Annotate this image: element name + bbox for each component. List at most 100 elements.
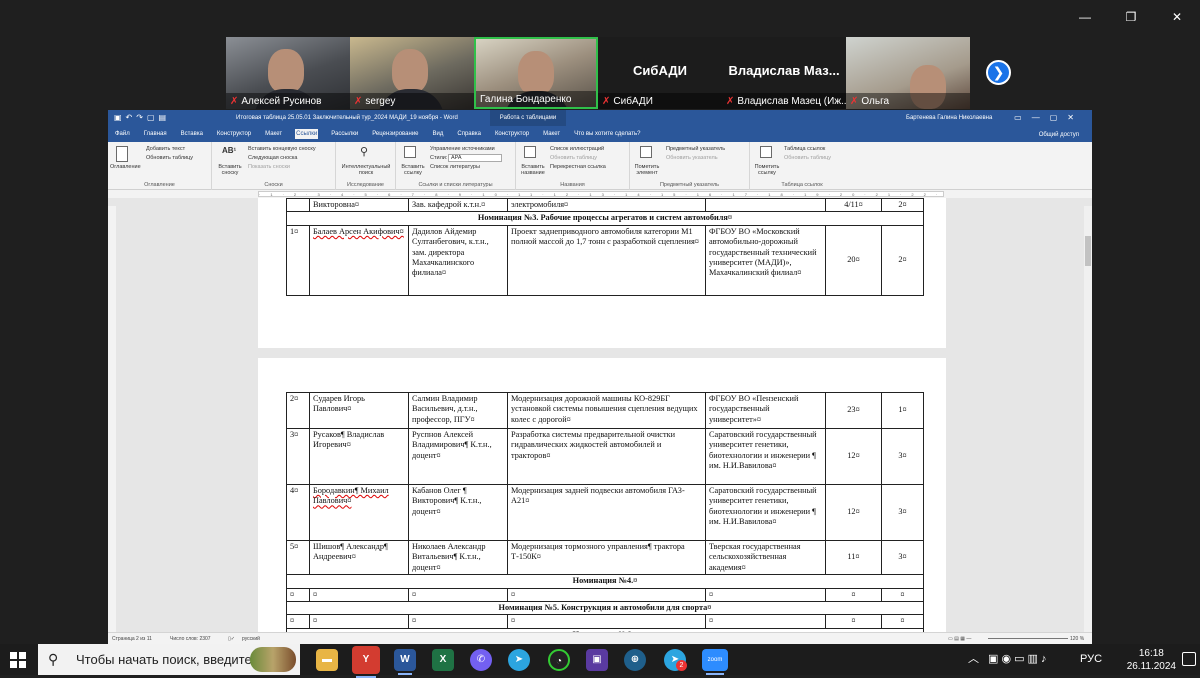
mark-entry-icon[interactable] [640, 146, 652, 160]
cell-score[interactable]: 11¤ [825, 539, 882, 576]
caption-icon[interactable] [524, 146, 536, 160]
cell-university[interactable] [705, 197, 826, 213]
notifications-icon[interactable] [1182, 652, 1196, 666]
cell-place[interactable]: 3¤ [881, 428, 924, 485]
cell-supervisor[interactable]: Дадилов Айдемир Султанбегович, к.т.н., з… [408, 224, 508, 296]
search-highlight-image[interactable] [250, 647, 296, 672]
cell-num[interactable] [286, 197, 310, 213]
next-footnote-button[interactable]: Следующая сноска [248, 155, 297, 161]
cell-empty[interactable]: ¤ [286, 587, 310, 603]
cell-supervisor[interactable]: Зав. кафедрой к.т.н.¤ [408, 197, 508, 213]
cell-university[interactable]: Саратовский государственный университет … [705, 428, 826, 485]
update-table-button[interactable]: Обновить таблицу [146, 155, 193, 161]
proofing-icon[interactable]: ▯✓ [228, 636, 235, 642]
page-count[interactable]: Страница 2 из 11 [112, 636, 152, 642]
viber-icon[interactable]: ✆ [470, 649, 492, 671]
file-explorer-icon[interactable]: ▬ [316, 649, 338, 671]
participant-tile[interactable]: Владислав Маз... ✗ Владислав Мазец (Иж... [722, 37, 846, 109]
cell-student[interactable]: Шишов¶ Александр¶ Андреевич¤ [309, 539, 409, 576]
cell-student[interactable]: Русаков¶ Владислав Игоревич¤ [309, 428, 409, 485]
footnote-icon[interactable]: AB¹ [222, 146, 236, 155]
cell-supervisor[interactable]: Руспнов Алексей Владимирович¶ К.т.н., до… [408, 428, 508, 485]
cell-score[interactable]: 23¤ [825, 392, 882, 429]
insert-citation-button[interactable]: Вставить ссылку [398, 164, 428, 176]
tab-references[interactable]: Ссылки [295, 129, 319, 139]
section-heading-5[interactable]: Номинация №5. Конструкция и автомобили д… [286, 601, 924, 616]
cell-empty[interactable]: ¤ [408, 614, 508, 629]
tab-table-layout[interactable]: Макет [542, 129, 561, 139]
word-count[interactable]: Число слов: 2307 [170, 636, 211, 642]
show-notes-button[interactable]: Показать сноски [248, 164, 290, 170]
mark-citation-button[interactable]: Пометить ссылку [752, 164, 782, 176]
tray-overflow-icon[interactable]: ︿ [968, 644, 979, 675]
cell-score[interactable]: 4/11¤ [825, 197, 882, 213]
view-buttons[interactable]: ▭ ▤ ▦ — [948, 636, 971, 642]
tab-design[interactable]: Конструктор [216, 129, 252, 139]
cell-place[interactable]: 2¤ [881, 197, 924, 213]
tab-insert[interactable]: Вставка [180, 129, 204, 139]
windows-start-icon[interactable] [10, 652, 26, 668]
next-participants-button[interactable]: ❯ [986, 60, 1011, 85]
excel-icon[interactable]: X [432, 649, 454, 671]
cell-topic[interactable]: Разработка системы предварительной очист… [507, 428, 706, 485]
zoom-slider[interactable] [988, 638, 1068, 639]
cell-supervisor[interactable]: Салмин Владимир Васильевич, д.т.н., проф… [408, 392, 508, 429]
cell-num[interactable]: 3¤ [286, 428, 310, 485]
zoom-app-icon[interactable]: zoom [702, 649, 728, 675]
cell-empty[interactable]: ¤ [881, 614, 924, 629]
save-app-icon[interactable]: ▣ [586, 649, 608, 671]
cell-university[interactable]: ФГБОУ ВО «Пензенский государственный уни… [705, 392, 826, 429]
smart-lookup-icon[interactable]: ⚲ [360, 145, 368, 158]
citation-icon[interactable] [404, 146, 416, 160]
network-app-icon[interactable]: ⊕ [624, 649, 646, 671]
cell-empty[interactable]: ¤ [705, 614, 826, 629]
update-toa-button[interactable]: Обновить таблицу [784, 155, 831, 161]
cell-empty[interactable]: ¤ [309, 614, 409, 629]
yandex-browser-icon[interactable]: Y [352, 646, 380, 678]
cell-num[interactable]: 5¤ [286, 539, 310, 576]
cell-num[interactable]: 1¤ [286, 224, 310, 296]
participant-tile[interactable]: ✗ Ольга [846, 37, 970, 109]
cell-topic[interactable]: электромобиля¤ [507, 197, 706, 213]
word-window-controls[interactable]: ▭—▢✕ [1014, 113, 1084, 122]
document-area[interactable]: Викторовна¤ Зав. кафедрой к.т.н.¤ электр… [108, 197, 1084, 643]
tray-apps-icons[interactable]: ▣ ◉ ▭ ▥ ♪ [988, 644, 1047, 675]
tab-review[interactable]: Рецензирование [371, 129, 419, 139]
participant-tile[interactable]: СибАДИ ✗ СибАДИ [598, 37, 722, 109]
update-figures-button[interactable]: Обновить таблицу [550, 155, 597, 161]
cell-topic[interactable]: Модернизация дорожной машины КО-829БГ ус… [507, 392, 706, 429]
telegram-icon[interactable]: ➤ [508, 649, 530, 671]
insert-footnote-button[interactable]: Вставить сноску [216, 164, 244, 176]
cell-student[interactable]: Бородавкин¶ Михаил Павлович¤ [309, 484, 409, 541]
tab-home[interactable]: Главная [143, 129, 168, 139]
update-index-button[interactable]: Обновить указатель [666, 155, 718, 161]
cell-student[interactable]: Балаев Арсен Акифович¤ [309, 224, 409, 296]
language-indicator[interactable]: русский [242, 636, 260, 642]
cell-student[interactable]: Викторовна¤ [309, 197, 409, 213]
section-heading-4[interactable]: Номинация №4.¤ [286, 574, 924, 589]
green-app-icon[interactable]: ◔ [548, 649, 570, 671]
tab-table-design[interactable]: Конструктор [494, 129, 530, 139]
cell-score[interactable]: 20¤ [825, 224, 882, 296]
cell-supervisor[interactable]: Кабанов Олег ¶ Викторович¶ К.т.н., доцен… [408, 484, 508, 541]
tab-layout[interactable]: Макет [264, 129, 283, 139]
input-language[interactable]: РУС [1080, 644, 1102, 675]
style-select[interactable]: APA [448, 154, 502, 162]
cell-university[interactable]: Тверская государственная сельскохозяйств… [705, 539, 826, 576]
taskbar-search[interactable]: ⚲ Чтобы начать поиск, введите [38, 644, 300, 675]
cell-empty[interactable]: ¤ [825, 587, 882, 603]
cell-empty[interactable]: ¤ [286, 614, 310, 629]
clock[interactable]: 16:18 26.11.2024 [1127, 647, 1176, 673]
cell-empty[interactable]: ¤ [507, 614, 706, 629]
cell-empty[interactable]: ¤ [507, 587, 706, 603]
quick-access-icons[interactable]: ▣↶↷▢▤ [114, 113, 170, 122]
user-name[interactable]: Бартенева Галина Николаевна [906, 115, 992, 121]
cell-num[interactable]: 4¤ [286, 484, 310, 541]
insert-endnote-button[interactable]: Вставить концевую сноску [248, 146, 316, 152]
cell-student[interactable]: Сударев Игорь Павлович¤ [309, 392, 409, 429]
insert-index-button[interactable]: Предметный указатель [666, 146, 725, 152]
word-icon[interactable]: W [394, 649, 416, 675]
add-text-button[interactable]: Добавить текст [146, 146, 185, 152]
cell-place[interactable]: 3¤ [881, 484, 924, 541]
close-button[interactable]: ✕ [1154, 8, 1200, 26]
